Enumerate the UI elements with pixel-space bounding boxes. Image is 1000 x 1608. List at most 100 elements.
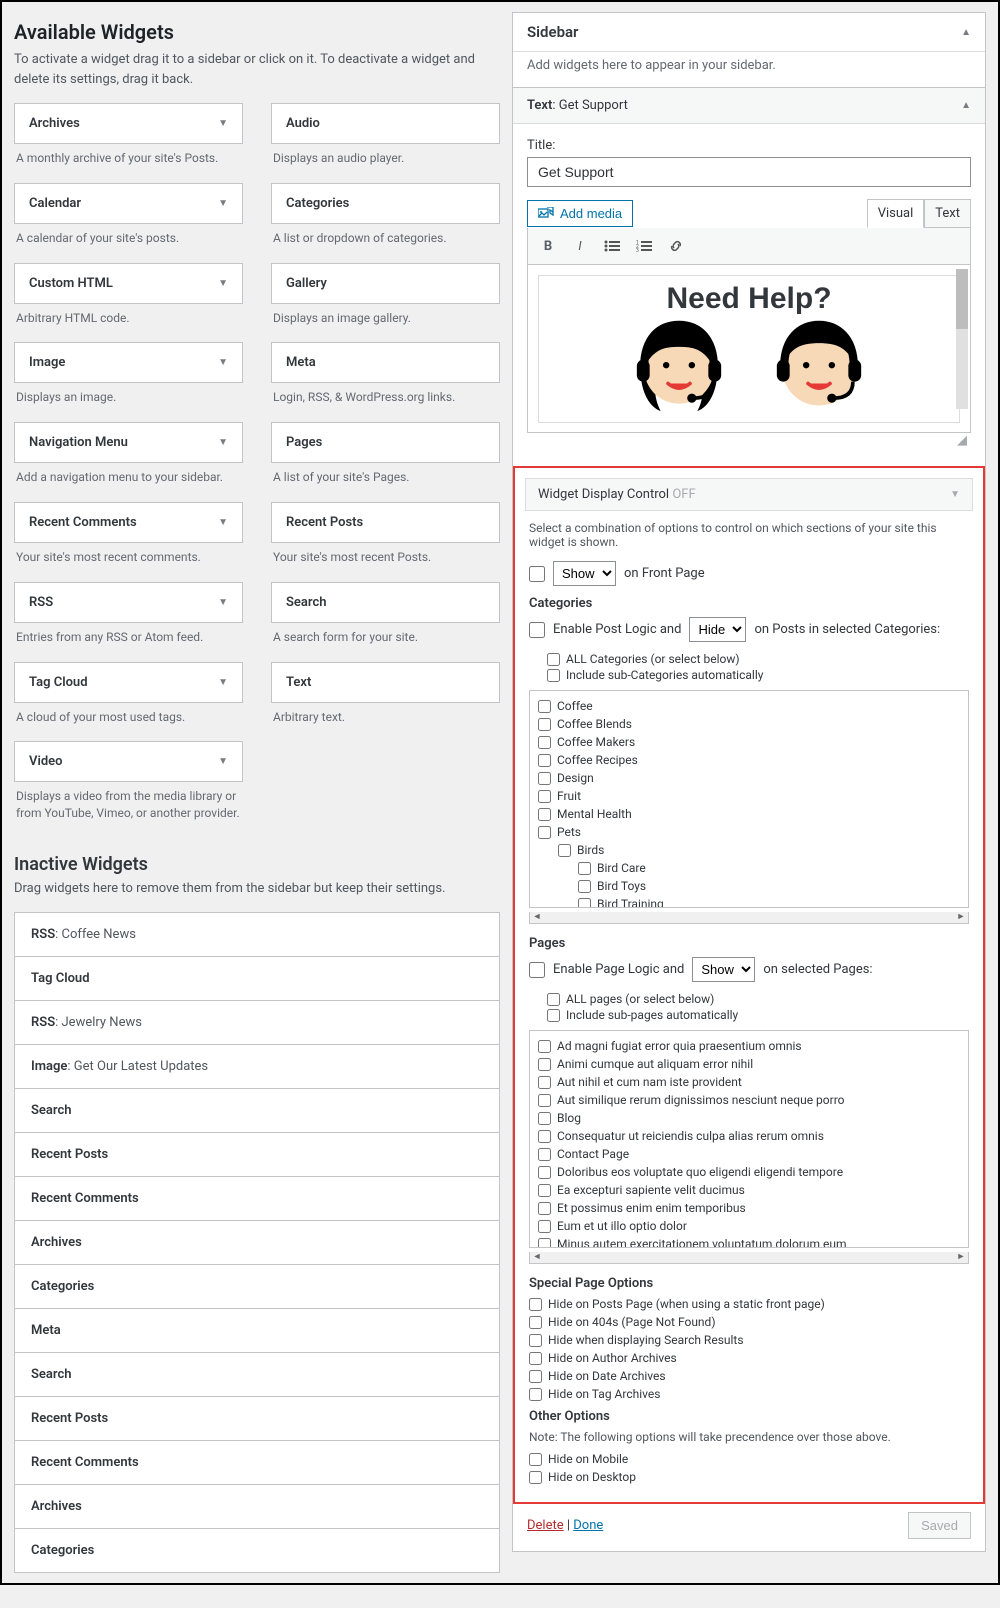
resize-handle[interactable]: ◢	[527, 433, 971, 452]
page-item[interactable]: Blog	[538, 1109, 960, 1127]
include-subpages-checkbox[interactable]	[547, 1009, 560, 1022]
widget-navigation-menu[interactable]: Navigation Menu▼	[14, 422, 243, 463]
widget-text[interactable]: Text	[271, 662, 500, 703]
page-logic-select[interactable]: Show	[692, 957, 755, 982]
page-item[interactable]: Consequatur ut reiciendis culpa alias re…	[538, 1127, 960, 1145]
category-checkbox[interactable]	[538, 754, 551, 767]
page-checkbox[interactable]	[538, 1112, 551, 1125]
page-checkbox[interactable]	[538, 1094, 551, 1107]
inactive-widget[interactable]: Meta	[14, 1309, 500, 1353]
widget-tag-cloud[interactable]: Tag Cloud▼	[14, 662, 243, 703]
pages-hscroll[interactable]: ◄►	[529, 1252, 969, 1264]
category-item[interactable]: Pets	[538, 823, 960, 841]
inactive-widget[interactable]: Archives	[14, 1485, 500, 1529]
category-item[interactable]: Bird Training	[538, 895, 960, 908]
link-button[interactable]	[666, 236, 686, 256]
wdc-header[interactable]: Widget Display Control OFF ▼	[525, 478, 973, 511]
all-categories-checkbox[interactable]	[547, 653, 560, 666]
inactive-widget[interactable]: Categories	[14, 1529, 500, 1573]
post-logic-checkbox[interactable]	[529, 622, 545, 638]
tab-visual[interactable]: Visual	[867, 199, 925, 228]
inactive-widget[interactable]: Search	[14, 1353, 500, 1397]
category-item[interactable]: Design	[538, 769, 960, 787]
page-checkbox[interactable]	[538, 1040, 551, 1053]
category-item[interactable]: Mental Health	[538, 805, 960, 823]
other-checkbox[interactable]	[529, 1453, 542, 1466]
page-item[interactable]: Ea excepturi sapiente velit ducimus	[538, 1181, 960, 1199]
category-checkbox[interactable]	[538, 700, 551, 713]
delete-link[interactable]: Delete	[527, 1518, 564, 1533]
category-checkbox[interactable]	[538, 736, 551, 749]
page-checkbox[interactable]	[538, 1148, 551, 1161]
special-checkbox[interactable]	[529, 1298, 542, 1311]
text-widget-header[interactable]: Text: Get Support ▲	[513, 88, 985, 124]
page-item[interactable]: Animi cumque aut aliquam error nihil	[538, 1055, 960, 1073]
editor-area[interactable]: Need Help?	[527, 265, 971, 433]
page-checkbox[interactable]	[538, 1166, 551, 1179]
category-checkbox[interactable]	[538, 718, 551, 731]
widget-calendar[interactable]: Calendar▼	[14, 183, 243, 224]
widget-video[interactable]: Video▼	[14, 741, 243, 782]
special-checkbox[interactable]	[529, 1334, 542, 1347]
page-checkbox[interactable]	[538, 1130, 551, 1143]
widget-search[interactable]: Search	[271, 582, 500, 623]
widget-recent-posts[interactable]: Recent Posts	[271, 502, 500, 543]
bullet-list-button[interactable]	[602, 236, 622, 256]
page-item[interactable]: Minus autem exercitationem voluptatum do…	[538, 1235, 960, 1248]
page-item[interactable]: Eum et ut illo optio dolor	[538, 1217, 960, 1235]
inactive-widget[interactable]: Search	[14, 1089, 500, 1133]
categories-list[interactable]: CoffeeCoffee BlendsCoffee MakersCoffee R…	[529, 690, 969, 908]
page-item[interactable]: Aut nihil et cum nam iste provident	[538, 1073, 960, 1091]
widget-pages[interactable]: Pages	[271, 422, 500, 463]
page-checkbox[interactable]	[538, 1058, 551, 1071]
widget-meta[interactable]: Meta	[271, 342, 500, 383]
inactive-widget[interactable]: Archives	[14, 1221, 500, 1265]
category-item[interactable]: Coffee Recipes	[538, 751, 960, 769]
category-checkbox[interactable]	[578, 898, 591, 909]
category-checkbox[interactable]	[538, 772, 551, 785]
page-item[interactable]: Aut similique rerum dignissimos nesciunt…	[538, 1091, 960, 1109]
inactive-widget[interactable]: RSS: Jewelry News	[14, 1001, 500, 1045]
title-input[interactable]	[527, 157, 971, 187]
front-page-checkbox[interactable]	[529, 566, 545, 582]
category-item[interactable]: Coffee Makers	[538, 733, 960, 751]
widget-audio[interactable]: Audio	[271, 103, 500, 144]
front-page-select[interactable]: Show	[553, 561, 616, 586]
all-pages-checkbox[interactable]	[547, 993, 560, 1006]
categories-hscroll[interactable]: ◄►	[529, 912, 969, 924]
widget-image[interactable]: Image▼	[14, 342, 243, 383]
page-item[interactable]: Et possimus enim enim temporibus	[538, 1199, 960, 1217]
widget-gallery[interactable]: Gallery	[271, 263, 500, 304]
category-checkbox[interactable]	[538, 790, 551, 803]
special-checkbox[interactable]	[529, 1316, 542, 1329]
widget-custom-html[interactable]: Custom HTML▼	[14, 263, 243, 304]
other-checkbox[interactable]	[529, 1471, 542, 1484]
category-item[interactable]: Coffee	[538, 697, 960, 715]
category-checkbox[interactable]	[558, 844, 571, 857]
widget-rss[interactable]: RSS▼	[14, 582, 243, 623]
page-checkbox[interactable]	[538, 1238, 551, 1249]
inactive-widget[interactable]: Tag Cloud	[14, 957, 500, 1001]
category-item[interactable]: Bird Care	[538, 859, 960, 877]
inactive-widget[interactable]: Recent Posts	[14, 1133, 500, 1177]
category-checkbox[interactable]	[538, 826, 551, 839]
inactive-widget[interactable]: RSS: Coffee News	[14, 912, 500, 957]
inactive-widget[interactable]: Recent Comments	[14, 1441, 500, 1485]
post-logic-select[interactable]: Hide	[689, 617, 746, 642]
include-subcats-checkbox[interactable]	[547, 669, 560, 682]
category-item[interactable]: Birds	[538, 841, 960, 859]
number-list-button[interactable]: 123	[634, 236, 654, 256]
special-checkbox[interactable]	[529, 1370, 542, 1383]
page-item[interactable]: Doloribus eos voluptate quo eligendi eli…	[538, 1163, 960, 1181]
category-checkbox[interactable]	[538, 808, 551, 821]
page-logic-checkbox[interactable]	[529, 962, 545, 978]
category-checkbox[interactable]	[578, 880, 591, 893]
italic-button[interactable]: I	[570, 236, 590, 256]
category-item[interactable]: Bird Toys	[538, 877, 960, 895]
bold-button[interactable]: B	[538, 236, 558, 256]
category-item[interactable]: Coffee Blends	[538, 715, 960, 733]
page-checkbox[interactable]	[538, 1184, 551, 1197]
category-checkbox[interactable]	[578, 862, 591, 875]
inactive-widget[interactable]: Categories	[14, 1265, 500, 1309]
inactive-widget[interactable]: Recent Comments	[14, 1177, 500, 1221]
